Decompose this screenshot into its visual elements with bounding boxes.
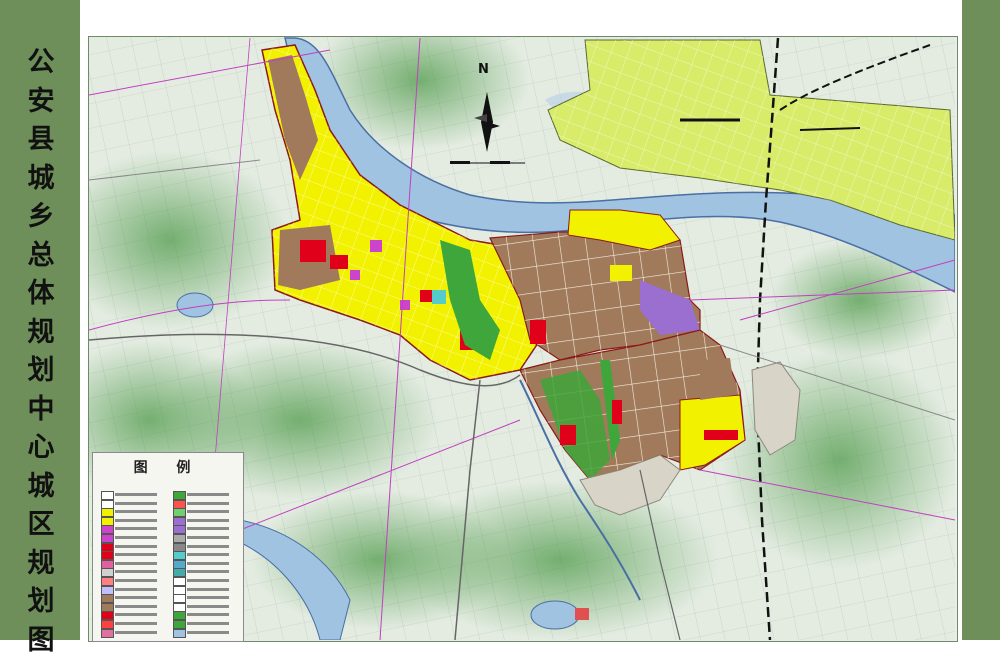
legend-text xyxy=(115,596,157,599)
legend-text xyxy=(187,510,229,513)
legend-entry xyxy=(101,543,165,551)
legend-entry xyxy=(173,594,237,602)
legend-entry xyxy=(101,603,165,611)
legend-text xyxy=(115,510,157,513)
legend-entry xyxy=(101,560,165,568)
legend-entry xyxy=(101,629,165,637)
legend-entry xyxy=(173,525,237,533)
north-label: N xyxy=(478,62,489,77)
legend-entry xyxy=(101,508,165,516)
legend-text xyxy=(187,562,229,565)
legend-entry xyxy=(101,534,165,542)
legend-text xyxy=(115,588,157,591)
legend-entry xyxy=(101,491,165,499)
legend-entry xyxy=(101,500,165,508)
legend-text xyxy=(115,562,157,565)
legend-entry xyxy=(101,568,165,576)
legend-text xyxy=(187,553,229,556)
legend-text xyxy=(187,596,229,599)
legend-entry xyxy=(173,534,237,542)
legend-entry xyxy=(173,543,237,551)
legend-entry xyxy=(173,500,237,508)
legend-text xyxy=(115,631,157,634)
legend-title: 图 例 xyxy=(93,457,243,477)
legend-entry xyxy=(101,611,165,619)
legend-text xyxy=(187,502,229,505)
legend-entry xyxy=(173,620,237,628)
map-legend: 图 例 xyxy=(92,452,244,642)
legend-swatch xyxy=(173,629,186,638)
legend-text xyxy=(187,631,229,634)
legend-swatch xyxy=(101,629,114,638)
legend-text xyxy=(187,579,229,582)
legend-text xyxy=(115,579,157,582)
legend-entry xyxy=(173,551,237,559)
legend-entry xyxy=(101,525,165,533)
legend-entry xyxy=(101,586,165,594)
legend-text xyxy=(115,613,157,616)
legend-entry xyxy=(173,491,237,499)
legend-text xyxy=(115,570,157,573)
legend-text xyxy=(115,493,157,496)
legend-text xyxy=(187,493,229,496)
legend-entry xyxy=(173,629,237,637)
legend-text xyxy=(187,519,229,522)
legend-entry xyxy=(173,586,237,594)
legend-text xyxy=(187,588,229,591)
legend-entry xyxy=(173,517,237,525)
legend-entry xyxy=(173,577,237,585)
legend-text xyxy=(115,527,157,530)
legend-entry xyxy=(101,620,165,628)
legend-entry xyxy=(101,551,165,559)
legend-text xyxy=(187,536,229,539)
legend-entry xyxy=(101,577,165,585)
legend-entry xyxy=(173,603,237,611)
legend-text xyxy=(187,527,229,530)
legend-entry xyxy=(101,517,165,525)
legend-text xyxy=(115,536,157,539)
legend-text xyxy=(115,502,157,505)
legend-text xyxy=(115,553,157,556)
legend-text xyxy=(115,605,157,608)
legend-text xyxy=(187,570,229,573)
legend-text xyxy=(187,545,229,548)
legend-entry xyxy=(173,560,237,568)
legend-entry xyxy=(173,611,237,619)
legend-text xyxy=(115,622,157,625)
legend-text xyxy=(115,519,157,522)
legend-text xyxy=(187,613,229,616)
legend-entry xyxy=(101,594,165,602)
legend-text xyxy=(115,545,157,548)
legend-text xyxy=(187,622,229,625)
legend-entry xyxy=(173,568,237,576)
legend-entry xyxy=(173,508,237,516)
legend-text xyxy=(187,605,229,608)
